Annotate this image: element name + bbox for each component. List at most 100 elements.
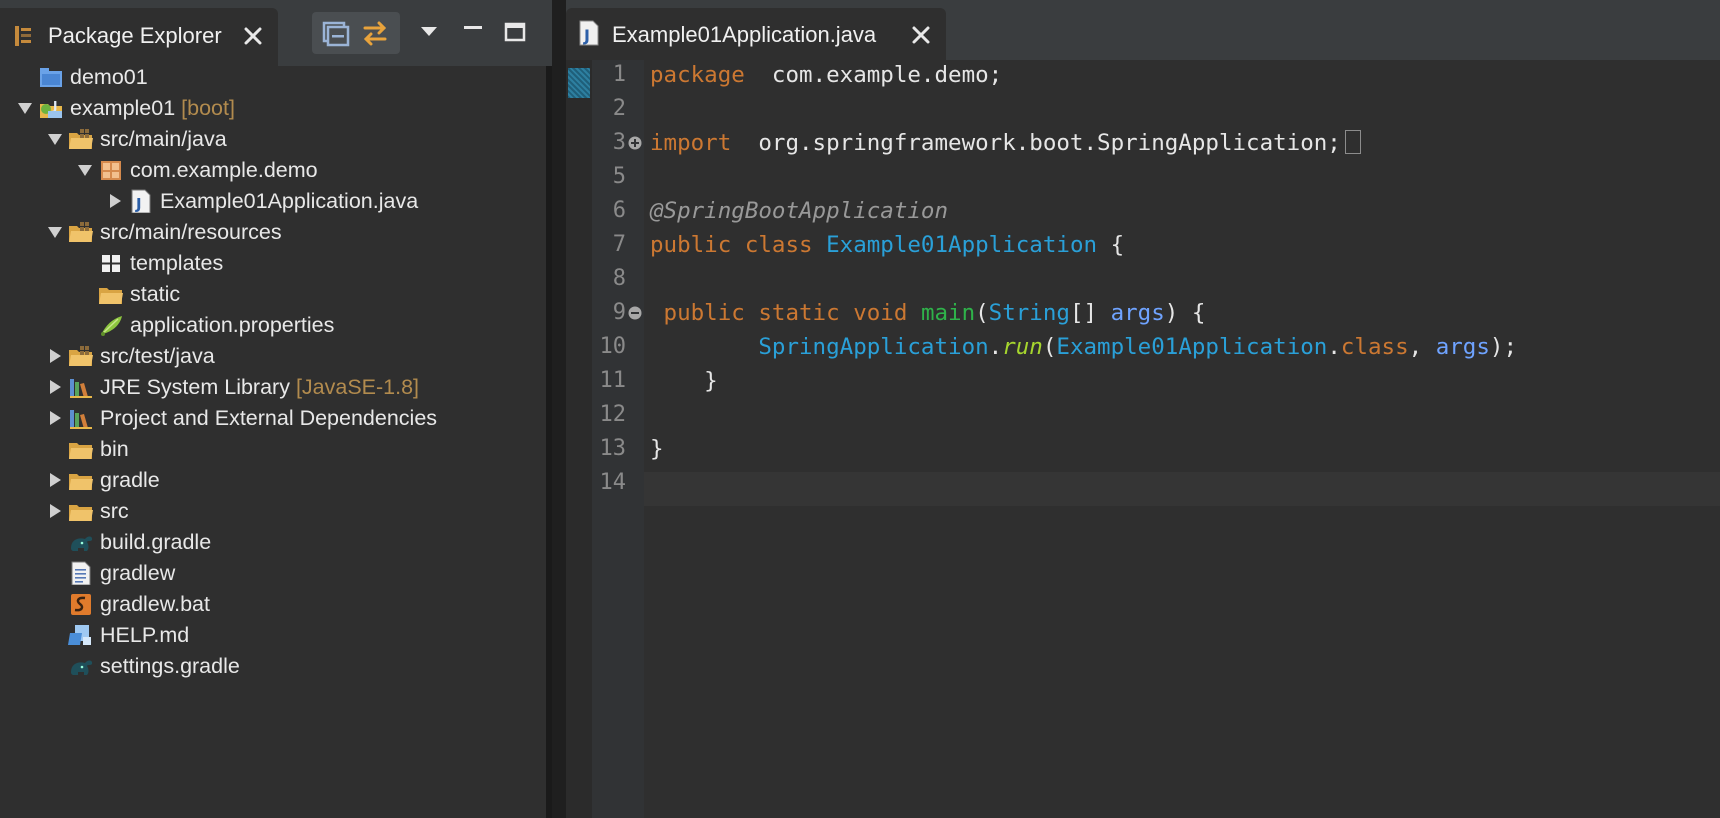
code-line[interactable]: import org.springframework.boot.SpringAp…: [650, 126, 1361, 160]
collapsed-twisty-icon[interactable]: [46, 471, 64, 489]
code-line[interactable]: public static void main(String[] args) {: [650, 296, 1206, 330]
line-number: 5: [612, 164, 626, 189]
maximize-icon[interactable]: [500, 18, 530, 48]
code-token: public: [663, 300, 745, 326]
expanded-twisty-icon[interactable]: [46, 130, 64, 148]
link-with-editor-icon[interactable]: [360, 18, 390, 48]
code-token: ) {: [1164, 300, 1206, 326]
gradle-file-icon: [71, 536, 93, 551]
tree-item-label: src/test/java: [100, 344, 215, 368]
tree-item[interactable]: application.properties: [0, 308, 548, 342]
fold-expand-icon[interactable]: [628, 136, 642, 150]
code-line[interactable]: package com.example.demo;: [650, 58, 1002, 92]
code-token: static: [758, 300, 840, 326]
tree-item[interactable]: Project and External Dependencies: [0, 401, 548, 435]
code-line[interactable]: @SpringBootApplication: [650, 194, 948, 228]
spring-project-icon: J: [40, 99, 62, 118]
tree-item[interactable]: com.example.demo: [0, 153, 548, 187]
tree-item-label: bin: [100, 437, 129, 461]
java-editor: J Example01Application.java 1 2 3 5 6 7 8 9 10 11…: [566, 0, 1720, 818]
source-folder-icon: [69, 346, 93, 366]
tree-item[interactable]: src/main/java: [0, 122, 548, 156]
code-token: ,: [1408, 334, 1436, 360]
tree-item-decoration: [boot]: [175, 96, 235, 120]
tree-item[interactable]: settings.gradle: [0, 649, 548, 683]
empty-package-icon: [102, 255, 120, 272]
explorer-toolbar: [312, 12, 400, 54]
tree-item-label: example01 [boot]: [70, 96, 235, 120]
view-sash[interactable]: [552, 0, 566, 818]
code-token: {: [1097, 232, 1125, 258]
collapsed-twisty-icon[interactable]: [106, 192, 124, 210]
tree-item[interactable]: gradle: [0, 463, 548, 497]
tree-item-decoration: [JavaSE-1.8]: [289, 375, 420, 399]
code-line[interactable]: SpringApplication.run(Example01Applicati…: [650, 330, 1517, 364]
folder-icon: [99, 288, 123, 304]
tree-item[interactable]: J Example01Application.java: [0, 184, 548, 218]
collapsed-twisty-icon[interactable]: [46, 347, 64, 365]
package-explorer-view: Package Explorer demo01 J example01 [boo…: [0, 0, 552, 818]
code-line[interactable]: }: [650, 364, 718, 398]
code-token: package: [650, 62, 745, 88]
expanded-twisty-icon[interactable]: [16, 99, 34, 117]
svg-text:J: J: [135, 195, 142, 213]
tree-item[interactable]: templates: [0, 246, 548, 280]
fold-collapse-icon[interactable]: [628, 306, 642, 320]
collapsed-twisty-icon[interactable]: [46, 409, 64, 427]
code-token: args: [1110, 300, 1165, 326]
tree-item-label: gradlew: [100, 561, 176, 585]
code-token: String: [988, 300, 1070, 326]
collapsed-twisty-icon[interactable]: [46, 378, 64, 396]
code-token: @SpringBootApplication: [650, 198, 949, 224]
code-token: SpringApplication: [758, 334, 989, 360]
tree-item[interactable]: gradlew: [0, 556, 548, 590]
expanded-twisty-icon[interactable]: [76, 161, 94, 179]
tree-item[interactable]: src: [0, 494, 548, 528]
tree-item[interactable]: demo01: [0, 60, 548, 94]
tree-item[interactable]: src/main/resources: [0, 215, 548, 249]
code-token: (: [1042, 334, 1057, 360]
code-token: );: [1489, 334, 1517, 360]
code-line[interactable]: }: [650, 432, 664, 466]
tree-item[interactable]: bin: [0, 432, 548, 466]
line-number: 2: [612, 96, 626, 121]
markdown-file-icon: [68, 625, 91, 645]
svg-text:J: J: [52, 99, 57, 113]
tree-item-label: src/main/java: [100, 127, 227, 151]
code-text-area[interactable]: package com.example.demo; import org.spri…: [644, 60, 1720, 818]
code-token: org.springframework.boot.SpringApplicati…: [731, 130, 1341, 156]
line-number: 12: [599, 402, 627, 427]
code-token: class: [1340, 334, 1409, 360]
code-token: Example01Application: [1056, 334, 1328, 360]
tree-item[interactable]: build.gradle: [0, 525, 548, 559]
package-explorer-title: Package Explorer: [48, 23, 222, 48]
package-explorer-tab[interactable]: Package Explorer: [0, 8, 278, 66]
tree-item[interactable]: HELP.md: [0, 618, 548, 652]
folder-icon: [69, 505, 93, 521]
collapsed-imports-indicator[interactable]: [1344, 129, 1361, 154]
tree-item[interactable]: gradlew.bat: [0, 587, 548, 621]
minimize-icon[interactable]: [458, 18, 488, 48]
tree-item[interactable]: src/test/java: [0, 339, 548, 373]
view-menu-icon[interactable]: [414, 18, 444, 48]
close-icon[interactable]: [910, 24, 932, 46]
code-line[interactable]: public class Example01Application {: [650, 228, 1124, 262]
expanded-twisty-icon[interactable]: [46, 223, 64, 241]
folder-icon: [69, 443, 93, 459]
code-token: (: [975, 300, 989, 326]
editor-header: J Example01Application.java: [566, 0, 1720, 60]
collapsed-twisty-icon[interactable]: [46, 502, 64, 520]
close-icon[interactable]: [242, 25, 264, 47]
line-number: 7: [612, 232, 626, 257]
tree-item[interactable]: Jexample01 [boot]: [0, 91, 548, 125]
editor-tab[interactable]: J Example01Application.java: [566, 8, 946, 60]
code-token: Example01Application: [826, 232, 1098, 258]
tree-item[interactable]: static: [0, 277, 548, 311]
collapse-all-icon[interactable]: [320, 18, 350, 48]
line-number: 6: [612, 198, 626, 223]
tree-item[interactable]: JRE System Library [JavaSE-1.8]: [0, 370, 548, 404]
